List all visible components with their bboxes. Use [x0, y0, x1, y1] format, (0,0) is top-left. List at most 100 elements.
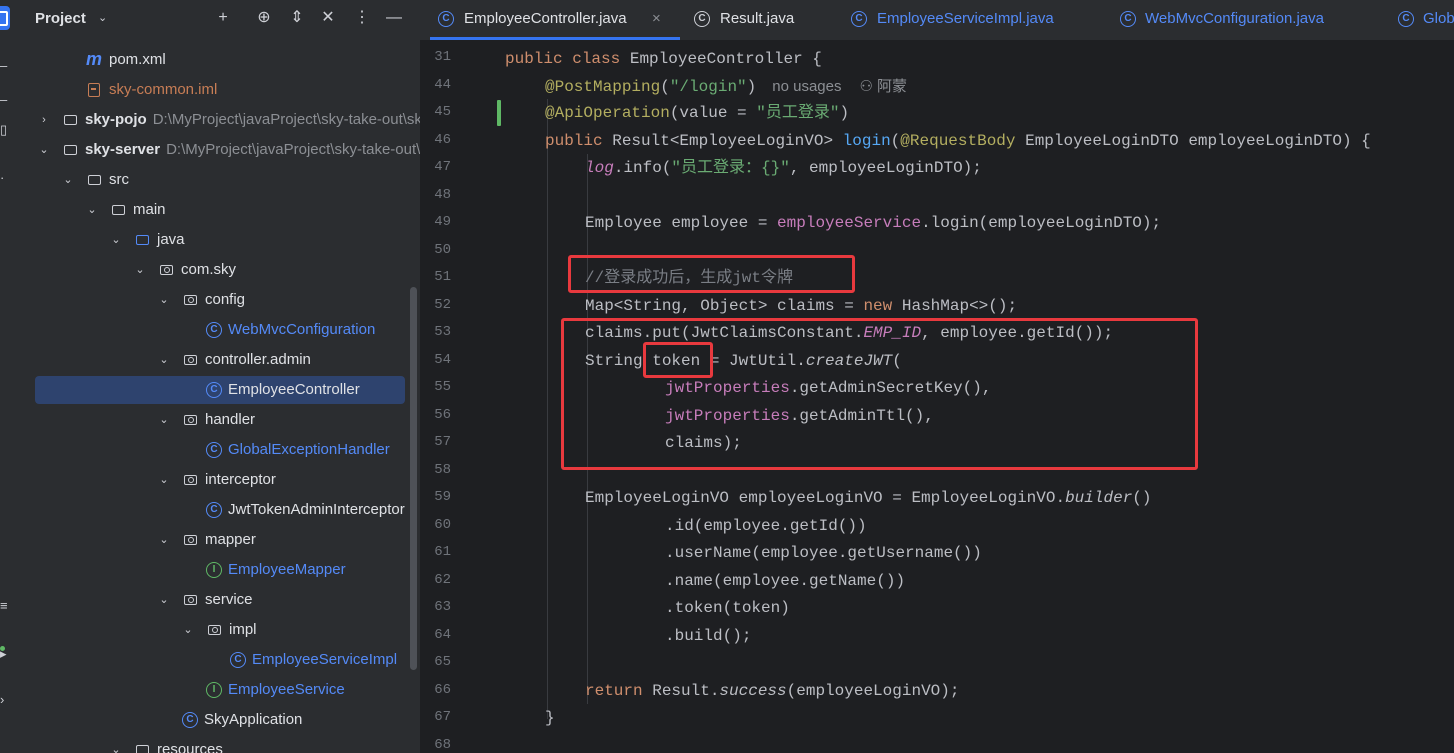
chevron-down-icon[interactable]: ⌄ — [38, 135, 50, 165]
tree-item-resources[interactable]: ⌄ resources — [14, 735, 420, 753]
tab-label: WebMvcConfiguration.java — [1145, 10, 1324, 27]
expand-collapse-icon[interactable]: ⇕ — [285, 6, 309, 30]
vcs-change-marker[interactable] — [497, 100, 501, 126]
minimize-icon[interactable]: — — [382, 6, 406, 30]
add-icon[interactable]: + — [211, 6, 235, 30]
code-line-64[interactable]: .build(); — [665, 623, 751, 650]
tree-item-sky-common-iml[interactable]: sky-common.iml — [14, 75, 420, 105]
code-line-62[interactable]: .name(employee.getName()) — [665, 568, 905, 595]
commit-icon[interactable]: – — [0, 58, 14, 73]
class-icon: C — [230, 652, 246, 668]
tree-item-label: sky-pojo — [85, 111, 147, 128]
tree-item-skyapplication[interactable]: C SkyApplication — [14, 705, 420, 735]
line-number: 67 — [434, 709, 451, 725]
chevron-down-icon[interactable]: ⌄ — [158, 525, 170, 555]
tree-item-label: pom.xml — [109, 51, 166, 68]
code-line-59[interactable]: EmployeeLoginVO employeeLoginVO = Employ… — [585, 485, 1152, 512]
tree-item-sky-server[interactable]: ⌄ sky-server D:\MyProject\javaProject\sky… — [14, 135, 420, 165]
tree-item-label: EmployeeService — [228, 681, 345, 698]
chevron-down-icon[interactable]: ⌄ — [86, 195, 98, 225]
line-number: 46 — [434, 132, 451, 148]
tree-item-sky-pojo[interactable]: › sky-pojo D:\MyProject\javaProject\sky-t… — [14, 105, 420, 135]
code-line-44[interactable]: @PostMapping("/login") no usages ⚇ 阿蒙 — [545, 73, 907, 100]
line-number: 51 — [434, 269, 451, 285]
interface-icon: I — [206, 562, 222, 578]
code-line-52[interactable]: Map<String, Object> claims = new HashMap… — [585, 293, 1017, 320]
tree-item-label: com.sky — [181, 261, 237, 278]
code-line-47[interactable]: log.info("员工登录：{}", employeeLoginDTO); — [585, 155, 982, 182]
tree-item-employeemapper[interactable]: I EmployeeMapper — [14, 555, 420, 585]
tool-window-strip: – – ▯ · ≡ ▸ › — [0, 0, 14, 753]
module-path: D:\MyProject\javaProject\sky-take-out\sk… — [152, 111, 420, 128]
annotation: @PostMapping — [545, 78, 661, 96]
close-tab-icon[interactable]: × — [652, 0, 661, 38]
tree-item-pom-xml[interactable]: m pom.xml — [14, 45, 420, 75]
chevron-down-icon[interactable]: ⌄ — [182, 615, 194, 645]
iml-file-icon — [88, 83, 100, 97]
tree-item-interceptor[interactable]: ⌄ interceptor — [14, 465, 420, 495]
locate-icon[interactable]: ⊕ — [252, 6, 276, 30]
structure-icon[interactable]: ▯ — [0, 122, 14, 138]
tree-item-config[interactable]: ⌄ config — [14, 285, 420, 315]
tree-item-label: interceptor — [205, 471, 276, 488]
code-line-63[interactable]: .token(token) — [665, 595, 790, 622]
chevron-down-icon[interactable]: ⌄ — [110, 225, 122, 255]
code-line-31[interactable]: public class EmployeeController { — [505, 46, 822, 73]
tree-item-handler[interactable]: ⌄ handler — [14, 405, 420, 435]
tree-item-employeecontroller[interactable]: C EmployeeController — [14, 375, 420, 405]
package-icon — [184, 355, 197, 365]
code-line-61[interactable]: .userName(employee.getUsername()) — [665, 540, 982, 567]
tree-item-label: SkyApplication — [204, 711, 303, 728]
author-hint[interactable]: 阿蒙 — [877, 78, 907, 95]
chevron-down-icon[interactable]: ⌄ — [62, 165, 74, 195]
tree-item-label: controller.admin — [205, 351, 311, 368]
vcs-icon[interactable]: – — [0, 92, 14, 107]
line-number: 58 — [434, 462, 451, 478]
chevron-down-icon[interactable]: ⌄ — [98, 11, 107, 24]
tree-item-main[interactable]: ⌄ main — [14, 195, 420, 225]
usages-hint[interactable]: no usages — [772, 78, 841, 95]
chevron-right-icon[interactable]: › — [38, 105, 50, 135]
tree-item-src[interactable]: ⌄ src — [14, 165, 420, 195]
chevron-down-icon[interactable]: ⌄ — [134, 255, 146, 285]
class-icon: C — [206, 502, 222, 518]
chevron-down-icon[interactable]: ⌄ — [158, 345, 170, 375]
spring-class-icon: C — [182, 712, 198, 728]
code-line-67[interactable]: } — [545, 705, 555, 732]
chevron-down-icon[interactable]: ⌄ — [158, 285, 170, 315]
terminal-icon[interactable]: › — [0, 692, 14, 707]
project-panel-title[interactable]: Project — [35, 10, 86, 27]
chevron-down-icon[interactable]: ⌄ — [110, 735, 122, 753]
line-number: 45 — [434, 104, 451, 120]
code-line-66[interactable]: return Result.success(employeeLoginVO); — [585, 678, 959, 705]
tab-label: EmployeeController.java — [464, 10, 627, 27]
project-tool-icon[interactable] — [0, 6, 10, 30]
tree-item-impl[interactable]: ⌄ impl — [14, 615, 420, 645]
tree-item-service[interactable]: ⌄ service — [14, 585, 420, 615]
class-icon: C — [1120, 11, 1136, 27]
services-icon[interactable]: ≡ — [0, 598, 14, 613]
chevron-down-icon[interactable]: ⌄ — [158, 405, 170, 435]
more-icon[interactable]: ⋮ — [350, 6, 374, 30]
tree-item-com-sky[interactable]: ⌄ com.sky — [14, 255, 420, 285]
tree-item-webmvcconfiguration[interactable]: C WebMvcConfiguration — [14, 315, 420, 345]
code-line-49[interactable]: Employee employee = employeeService.logi… — [585, 210, 1161, 237]
tree-item-employeeserviceimpl[interactable]: C EmployeeServiceImpl — [14, 645, 420, 675]
more-tools-icon[interactable]: · — [0, 170, 14, 185]
tree-item-java[interactable]: ⌄ java — [14, 225, 420, 255]
close-icon[interactable]: ✕ — [316, 6, 340, 30]
chevron-down-icon[interactable]: ⌄ — [158, 585, 170, 615]
tree-scrollbar[interactable] — [410, 287, 417, 670]
tree-item-controller-admin[interactable]: ⌄ controller.admin — [14, 345, 420, 375]
code-line-45[interactable]: @ApiOperation(value = "员工登录") — [545, 100, 849, 127]
tree-item-employeeservice[interactable]: I EmployeeService — [14, 675, 420, 705]
line-number: 64 — [434, 627, 451, 643]
code-line-46[interactable]: public Result<EmployeeLoginVO> login(@Re… — [545, 128, 1371, 155]
code-line-60[interactable]: .id(employee.getId()) — [665, 513, 867, 540]
tree-item-jwttokenadmininterceptor[interactable]: C JwtTokenAdminInterceptor — [14, 495, 420, 525]
tab-label: EmployeeServiceImpl.java — [877, 10, 1054, 27]
tree-item-mapper[interactable]: ⌄ mapper — [14, 525, 420, 555]
tab-globalexceptionhandler[interactable]: C GlobalExceptionHandler.java — [1398, 0, 1454, 40]
chevron-down-icon[interactable]: ⌄ — [158, 465, 170, 495]
tree-item-globalexceptionhandler[interactable]: C GlobalExceptionHandler — [14, 435, 420, 465]
